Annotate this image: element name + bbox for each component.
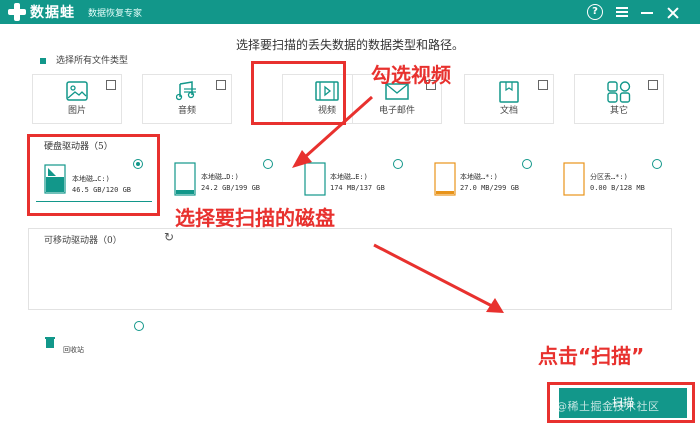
type-other-label: 其它 <box>609 106 628 116</box>
annotation-box-disk <box>27 134 160 216</box>
music-icon <box>175 81 198 105</box>
annotation-choose-disk: 选择要扫描的磁盘 <box>175 206 335 230</box>
drive-d-name: 本地磁…D:) <box>201 173 239 181</box>
select-all-label: 选择所有文件类型 <box>56 56 129 66</box>
drive-e-name: 本地磁…E:) <box>330 173 368 181</box>
app-brand: 数据蛙 <box>30 5 75 21</box>
drive-4-icon <box>434 162 456 196</box>
drive-4-radio[interactable] <box>522 159 532 169</box>
removable-drives-title: 可移动驱动器（0） <box>44 236 122 246</box>
drive-e-radio[interactable] <box>393 159 403 169</box>
drive-d-icon <box>174 162 196 196</box>
drive-5-size: 0.00 B/128 MB <box>590 184 645 192</box>
drive-4-size: 27.0 MB/299 GB <box>460 184 520 192</box>
drive-5-icon <box>563 162 585 196</box>
annotation-click-scan: 点击“扫描” <box>538 344 645 368</box>
help-icon[interactable]: ? <box>587 4 603 20</box>
type-image-checkbox[interactable] <box>106 80 116 90</box>
drive-4-name: 本地磁…*:) <box>460 173 498 181</box>
type-document-checkbox[interactable] <box>538 80 548 90</box>
annotation-box-scan <box>547 382 695 423</box>
logo-icon <box>8 3 26 21</box>
select-all-box[interactable] <box>40 57 46 64</box>
drive-d-radio[interactable] <box>263 159 273 169</box>
app-slogan: 数据恢复专家 <box>88 9 143 19</box>
type-card-image[interactable]: 图片 <box>32 74 122 124</box>
type-audio-label: 音频 <box>177 106 196 116</box>
drive-e-size: 174 MB/137 GB <box>330 184 385 192</box>
drive-d-size: 24.2 GB/199 GB <box>201 184 261 192</box>
drive-5-radio[interactable] <box>652 159 662 169</box>
type-image-label: 图片 <box>67 106 86 116</box>
refresh-icon[interactable]: ↻ <box>164 231 174 243</box>
recycle-bin-label: 回收站 <box>63 346 84 354</box>
image-icon <box>66 81 88 105</box>
drive-e-icon <box>304 162 326 196</box>
minimize-icon[interactable] <box>641 12 653 14</box>
select-all-checkbox[interactable]: 选择所有文件类型 <box>40 53 128 66</box>
annotation-check-video: 勾选视频 <box>371 63 451 87</box>
type-card-document[interactable]: 文档 <box>464 74 554 124</box>
recycle-bin-radio[interactable] <box>134 321 144 331</box>
recycle-bin-icon <box>45 337 55 348</box>
type-card-other[interactable]: 其它 <box>574 74 664 124</box>
removable-drives-panel <box>28 228 672 310</box>
type-mail-label: 电子邮件 <box>378 106 415 116</box>
type-document-label: 文档 <box>499 106 518 116</box>
menu-icon[interactable] <box>616 7 628 17</box>
annotation-box-video <box>251 61 346 125</box>
type-audio-checkbox[interactable] <box>216 80 226 90</box>
drive-5-name: 分区丢…*:) <box>590 173 628 181</box>
type-card-audio[interactable]: 音频 <box>142 74 232 124</box>
type-other-checkbox[interactable] <box>648 80 658 90</box>
page-heading: 选择要扫描的丢失数据的数据类型和路径。 <box>235 38 464 52</box>
